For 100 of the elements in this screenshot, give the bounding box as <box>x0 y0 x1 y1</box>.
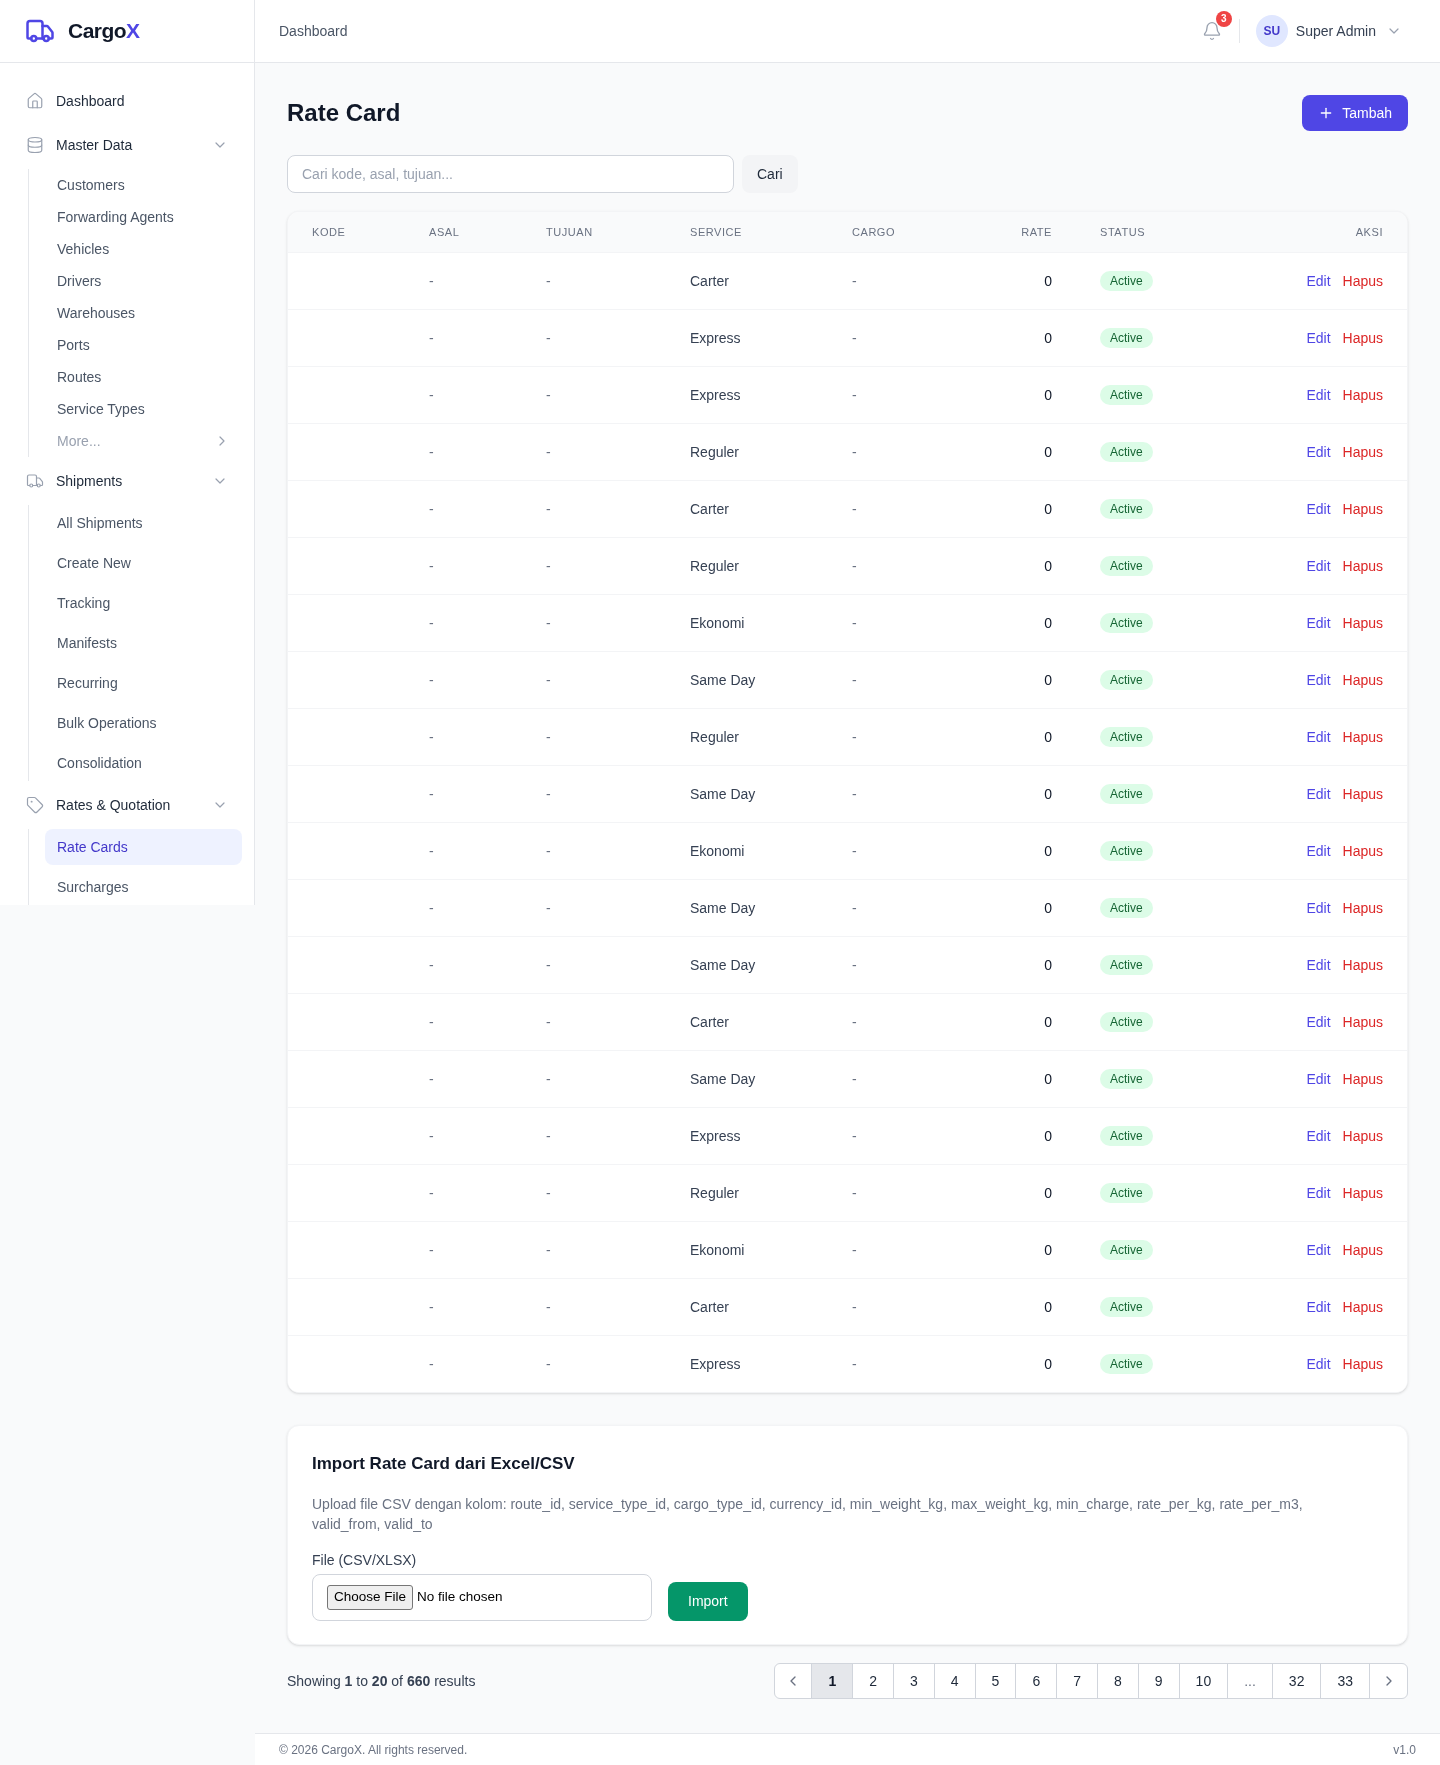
edit-link[interactable]: Edit <box>1306 1182 1331 1204</box>
page-button[interactable]: 6 <box>1016 1664 1058 1698</box>
nav-subitem[interactable]: Surcharges <box>45 869 242 905</box>
search-button[interactable]: Cari <box>742 155 798 193</box>
nav-subitem[interactable]: Forwarding Agents <box>45 201 242 233</box>
edit-link[interactable]: Edit <box>1306 726 1331 748</box>
delete-link[interactable]: Hapus <box>1342 1068 1383 1090</box>
nav-subitem[interactable]: Create New <box>45 545 242 581</box>
file-input-field[interactable]: Choose File No file chosen <box>312 1574 652 1621</box>
table-cell-text: - <box>546 1069 551 1089</box>
delete-link[interactable]: Hapus <box>1342 1011 1383 1033</box>
delete-link[interactable]: Hapus <box>1342 441 1383 463</box>
edit-link[interactable]: Edit <box>1306 555 1331 577</box>
nav-subitem[interactable]: Tracking <box>45 585 242 621</box>
delete-link[interactable]: Hapus <box>1342 840 1383 862</box>
delete-link[interactable]: Hapus <box>1342 555 1383 577</box>
edit-link[interactable]: Edit <box>1306 612 1331 634</box>
page-button[interactable]: 3 <box>894 1664 935 1698</box>
delete-link[interactable]: Hapus <box>1342 726 1383 748</box>
nav-subitem[interactable]: Customers <box>45 169 242 201</box>
table-cell-text: Express <box>690 328 741 348</box>
nav-subitem[interactable]: Manifests <box>45 625 242 661</box>
table-cell-text: - <box>546 556 551 576</box>
table-cell-text: - <box>852 1297 857 1317</box>
add-button[interactable]: Tambah <box>1302 95 1408 131</box>
nav-subitem[interactable]: Service Types <box>45 393 242 425</box>
page-button[interactable]: 10 <box>1179 1664 1229 1698</box>
delete-link[interactable]: Hapus <box>1342 897 1383 919</box>
nav-subitem[interactable]: Drivers <box>45 265 242 297</box>
search-field[interactable]: Cari kode, asal, tujuan... <box>287 155 734 193</box>
nav-item[interactable]: Dashboard <box>12 81 242 121</box>
nav-subitem[interactable]: All Shipments <box>45 505 242 541</box>
table-cell-text: 0 <box>1044 1297 1052 1317</box>
edit-link[interactable]: Edit <box>1306 1068 1331 1090</box>
user-name[interactable]: Super Admin <box>1295 20 1376 42</box>
edit-link[interactable]: Edit <box>1306 327 1331 349</box>
edit-link[interactable]: Edit <box>1306 1239 1331 1261</box>
delete-link[interactable]: Hapus <box>1342 783 1383 805</box>
table-cell-text: Same Day <box>690 784 756 804</box>
delete-link[interactable]: Hapus <box>1342 954 1383 976</box>
table-cell-text: - <box>852 1069 857 1089</box>
nav-group[interactable]: Master Data <box>12 125 242 165</box>
edit-link[interactable]: Edit <box>1306 1353 1331 1375</box>
page-button[interactable]: 9 <box>1138 1664 1180 1698</box>
page-button[interactable]: 8 <box>1098 1664 1139 1698</box>
edit-link[interactable]: Edit <box>1306 1125 1331 1147</box>
choose-file-button[interactable]: Choose File <box>327 1585 414 1610</box>
page-button[interactable]: 1 <box>812 1664 854 1698</box>
nav-group[interactable]: Shipments <box>12 461 242 501</box>
table-cell-text: - <box>429 1297 434 1317</box>
page-button[interactable]: 7 <box>1057 1664 1098 1698</box>
delete-link[interactable]: Hapus <box>1342 327 1383 349</box>
delete-link[interactable]: Hapus <box>1342 270 1383 292</box>
nav-subitem[interactable]: Routes <box>45 361 242 393</box>
edit-link[interactable]: Edit <box>1306 1296 1331 1318</box>
edit-link[interactable]: Edit <box>1306 897 1331 919</box>
page-button[interactable]: 32 <box>1272 1664 1322 1698</box>
edit-link[interactable]: Edit <box>1306 669 1331 691</box>
delete-link[interactable]: Hapus <box>1342 1239 1383 1261</box>
delete-link[interactable]: Hapus <box>1342 384 1383 406</box>
edit-link[interactable]: Edit <box>1306 840 1331 862</box>
nav-subitem[interactable]: Vehicles <box>45 233 242 265</box>
edit-link[interactable]: Edit <box>1306 1011 1331 1033</box>
delete-link[interactable]: Hapus <box>1342 1182 1383 1204</box>
edit-link[interactable]: Edit <box>1306 270 1331 292</box>
delete-link[interactable]: Hapus <box>1342 1125 1383 1147</box>
import-button[interactable]: Import <box>668 1582 748 1621</box>
user-avatar[interactable]: SU <box>1255 15 1288 47</box>
table-cell-text: - <box>429 613 434 633</box>
status-badge: Active <box>1100 328 1153 348</box>
ellipsis-text: ... <box>1228 1664 1273 1698</box>
delete-link[interactable]: Hapus <box>1342 498 1383 520</box>
table-cell-text: Reguler <box>690 1183 740 1203</box>
table-cell-text: - <box>429 670 434 690</box>
status-badge: Active <box>1100 1240 1153 1260</box>
page-button[interactable]: 2 <box>853 1664 894 1698</box>
bell-icon[interactable] <box>1201 21 1222 41</box>
edit-link[interactable]: Edit <box>1306 384 1331 406</box>
nav-subitem[interactable]: Warehouses <box>45 297 242 329</box>
delete-link[interactable]: Hapus <box>1342 612 1383 634</box>
delete-link[interactable]: Hapus <box>1342 669 1383 691</box>
edit-link[interactable]: Edit <box>1306 498 1331 520</box>
edit-link[interactable]: Edit <box>1306 783 1331 805</box>
nav-subitem[interactable]: Rate Cards <box>45 829 242 865</box>
breadcrumb[interactable]: Dashboard <box>279 20 348 42</box>
edit-link[interactable]: Edit <box>1306 954 1331 976</box>
nav-subitem[interactable]: Recurring <box>45 665 242 701</box>
nav-subitem[interactable]: Consolidation <box>45 745 242 781</box>
table-cell-text: - <box>429 1183 434 1203</box>
delete-link[interactable]: Hapus <box>1342 1296 1383 1318</box>
nav-subitem[interactable]: Ports <box>45 329 242 361</box>
edit-link[interactable]: Edit <box>1306 441 1331 463</box>
nav-group[interactable]: Rates & Quotation <box>12 785 242 825</box>
page-button[interactable]: 4 <box>934 1664 976 1698</box>
table-cell-text: Ekonomi <box>690 613 745 633</box>
delete-link[interactable]: Hapus <box>1342 1353 1383 1375</box>
notification-badge: 3 <box>1215 11 1232 27</box>
page-button[interactable]: 5 <box>975 1664 1017 1698</box>
page-button[interactable]: 33 <box>1321 1664 1370 1698</box>
nav-subitem[interactable]: Bulk Operations <box>45 705 242 741</box>
